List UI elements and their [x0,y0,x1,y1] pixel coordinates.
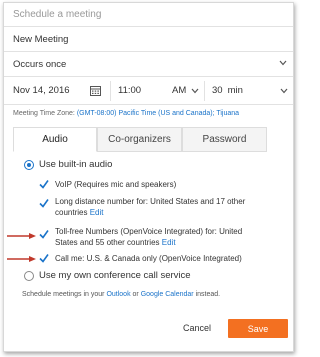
divider [204,81,205,101]
calendar-note: Schedule meetings in your Outlook or Goo… [22,291,220,298]
calendar-note-prefix: Schedule meetings in your [22,291,105,298]
save-button[interactable]: Save [228,319,288,338]
check-icon[interactable] [39,198,49,208]
timezone-line: Meeting Time Zone: (GMT-08:00) Pacific T… [13,110,239,117]
timezone-label: Meeting Time Zone: [13,110,75,117]
call-me-option-text: Call me: U.S. & Canada only (OpenVoice I… [55,254,242,263]
dialog-title: Schedule a meeting [4,3,293,27]
timezone-link[interactable]: (GMT-08:00) Pacific Time (US and Canada)… [77,110,239,117]
duration-unit: min [227,85,243,96]
ampm-value: AM [172,85,187,96]
builtin-audio-radio[interactable] [24,160,34,170]
duration-select[interactable]: 30 min [212,77,288,104]
call-me-option: Call me: U.S. & Canada only (OpenVoice I… [55,253,242,264]
meeting-name-value: New Meeting [13,33,69,45]
date-time-row: Nov 14, 2016 11:00 AM 30 min [4,77,293,105]
tab-co-organizers[interactable]: Co-organizers [97,127,182,152]
toll-free-text-line1: Toll-free Numbers (OpenVoice Integrated)… [55,227,243,236]
chevron-down-icon [279,60,287,66]
check-icon[interactable] [39,179,49,189]
ampm-select[interactable]: AM [172,77,202,104]
tab-audio[interactable]: Audio [13,127,97,152]
chevron-down-icon [191,88,199,93]
cancel-button[interactable]: Cancel [174,319,220,337]
voip-option-text: VoIP (Requires mic and speakers) [55,180,177,189]
own-service-radio[interactable] [24,271,34,281]
google-calendar-link[interactable]: Google Calendar [141,291,194,298]
calendar-note-suffix: instead. [195,291,221,298]
calendar-icon[interactable] [90,85,101,96]
date-field[interactable]: Nov 14, 2016 [13,77,83,104]
tab-co-organizers-label: Co-organizers [108,134,171,145]
long-distance-text-line1: Long distance number for: United States … [55,197,246,206]
tab-audio-label: Audio [42,134,68,145]
long-distance-option: Long distance number for: United States … [55,196,245,218]
check-icon[interactable] [39,229,49,239]
duration-value: 30 [212,85,223,96]
voip-option: VoIP (Requires mic and speakers) [55,179,176,190]
annotation-arrow-icon [7,256,36,262]
tab-bar: Audio Co-organizers Password [13,127,267,152]
check-icon[interactable] [39,253,49,263]
tab-password-label: Password [202,134,247,145]
date-value: Nov 14, 2016 [13,85,70,96]
tab-password[interactable]: Password [182,127,267,152]
occurs-value: Occurs once [13,58,67,70]
own-service-label: Use my own conference call service [39,270,191,281]
time-field[interactable]: 11:00 [118,77,158,104]
toll-free-option: Toll-free Numbers (OpenVoice Integrated)… [55,226,242,248]
occurs-select[interactable]: Occurs once [4,52,293,77]
outlook-link[interactable]: Outlook [106,291,130,298]
dialog-title-text: Schedule a meeting [13,9,102,20]
long-distance-text-line2: countries [55,208,88,217]
builtin-audio-label: Use built-in audio [39,159,113,170]
toll-free-text-line2: States and 55 other countries [55,238,160,247]
calendar-note-or: or [132,291,139,298]
time-value: 11:00 [118,85,142,96]
annotation-arrow-icon [7,233,36,239]
chevron-down-icon [280,88,288,94]
divider [110,81,111,101]
toll-free-edit-link[interactable]: Edit [162,238,176,247]
long-distance-edit-link[interactable]: Edit [90,208,104,217]
schedule-meeting-dialog: Schedule a meeting New Meeting Occurs on… [3,2,294,352]
meeting-name-field[interactable]: New Meeting [4,27,293,52]
